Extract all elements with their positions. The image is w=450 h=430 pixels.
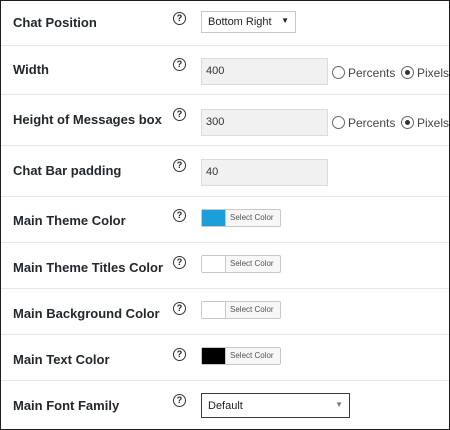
color-swatch <box>202 210 226 226</box>
main-background-color-label: Main Background Color <box>13 306 160 321</box>
width-percents-radio[interactable]: Percents <box>332 66 395 80</box>
setting-row-main-text-color: Main Text Color ? Select Color <box>1 335 449 381</box>
padding-label: Chat Bar padding <box>13 163 122 178</box>
height-pixels-radio[interactable]: Pixels <box>401 116 449 130</box>
color-swatch <box>202 256 226 272</box>
width-pixels-label: Pixels <box>417 66 450 80</box>
setting-row-chat-position: Chat Position ? Bottom Right ▼ <box>1 1 449 46</box>
color-swatch <box>202 302 226 318</box>
chat-position-value: Bottom Right <box>208 16 272 28</box>
width-pixels-radio[interactable]: Pixels <box>401 66 449 80</box>
main-font-family-label: Main Font Family <box>13 398 120 413</box>
main-theme-color-picker[interactable]: Select Color <box>201 209 281 227</box>
radio-unchecked-icon <box>332 66 345 79</box>
select-color-label: Select Color <box>230 351 274 360</box>
height-percents-label: Percents <box>348 116 396 130</box>
setting-row-main-theme-titles-color: Main Theme Titles Color ? Select Color <box>1 243 449 289</box>
main-background-color-picker[interactable]: Select Color <box>201 301 281 319</box>
setting-row-width: Width ? 400 Percents Pixels <box>1 46 449 95</box>
setting-row-main-background-color: Main Background Color ? Select Color <box>1 289 449 335</box>
height-input[interactable]: 300 <box>201 109 328 136</box>
radio-checked-icon <box>401 66 414 79</box>
setting-row-main-font-family: Main Font Family ? Default ▼ <box>1 381 449 429</box>
color-swatch <box>202 348 226 364</box>
setting-row-main-theme-color: Main Theme Color ? Select Color <box>1 197 449 243</box>
help-icon[interactable]: ? <box>173 348 186 361</box>
help-icon[interactable]: ? <box>173 58 186 71</box>
chat-position-label: Chat Position <box>13 15 97 30</box>
chevron-down-icon: ▼ <box>281 16 289 25</box>
width-label: Width <box>13 62 49 77</box>
width-percents-label: Percents <box>348 66 396 80</box>
main-font-family-select[interactable]: Default ▼ <box>201 393 350 418</box>
width-input[interactable]: 400 <box>201 58 328 85</box>
main-text-color-label: Main Text Color <box>13 352 110 367</box>
setting-row-padding: Chat Bar padding ? 40 <box>1 146 449 197</box>
settings-panel: Chat Position ? Bottom Right ▼ Width ? 4… <box>0 0 450 430</box>
select-color-label: Select Color <box>230 305 274 314</box>
main-text-color-picker[interactable]: Select Color <box>201 347 281 365</box>
help-icon[interactable]: ? <box>173 302 186 315</box>
select-color-label: Select Color <box>230 259 274 268</box>
radio-checked-icon <box>401 116 414 129</box>
main-theme-color-label: Main Theme Color <box>13 213 126 228</box>
height-pixels-label: Pixels <box>417 116 450 130</box>
height-percents-radio[interactable]: Percents <box>332 116 395 130</box>
radio-unchecked-icon <box>332 116 345 129</box>
chat-position-select[interactable]: Bottom Right ▼ <box>201 11 296 33</box>
help-icon[interactable]: ? <box>173 108 186 121</box>
setting-row-height: Height of Messages box ? 300 Percents Pi… <box>1 95 449 146</box>
chevron-down-icon: ▼ <box>335 400 343 409</box>
height-label: Height of Messages box <box>13 112 162 127</box>
padding-input[interactable]: 40 <box>201 159 328 186</box>
help-icon[interactable]: ? <box>173 394 186 407</box>
main-font-family-value: Default <box>208 400 243 412</box>
main-theme-titles-color-picker[interactable]: Select Color <box>201 255 281 273</box>
help-icon[interactable]: ? <box>173 12 186 25</box>
help-icon[interactable]: ? <box>173 159 186 172</box>
help-icon[interactable]: ? <box>173 256 186 269</box>
select-color-label: Select Color <box>230 213 274 222</box>
main-theme-titles-color-label: Main Theme Titles Color <box>13 260 164 275</box>
help-icon[interactable]: ? <box>173 209 186 222</box>
